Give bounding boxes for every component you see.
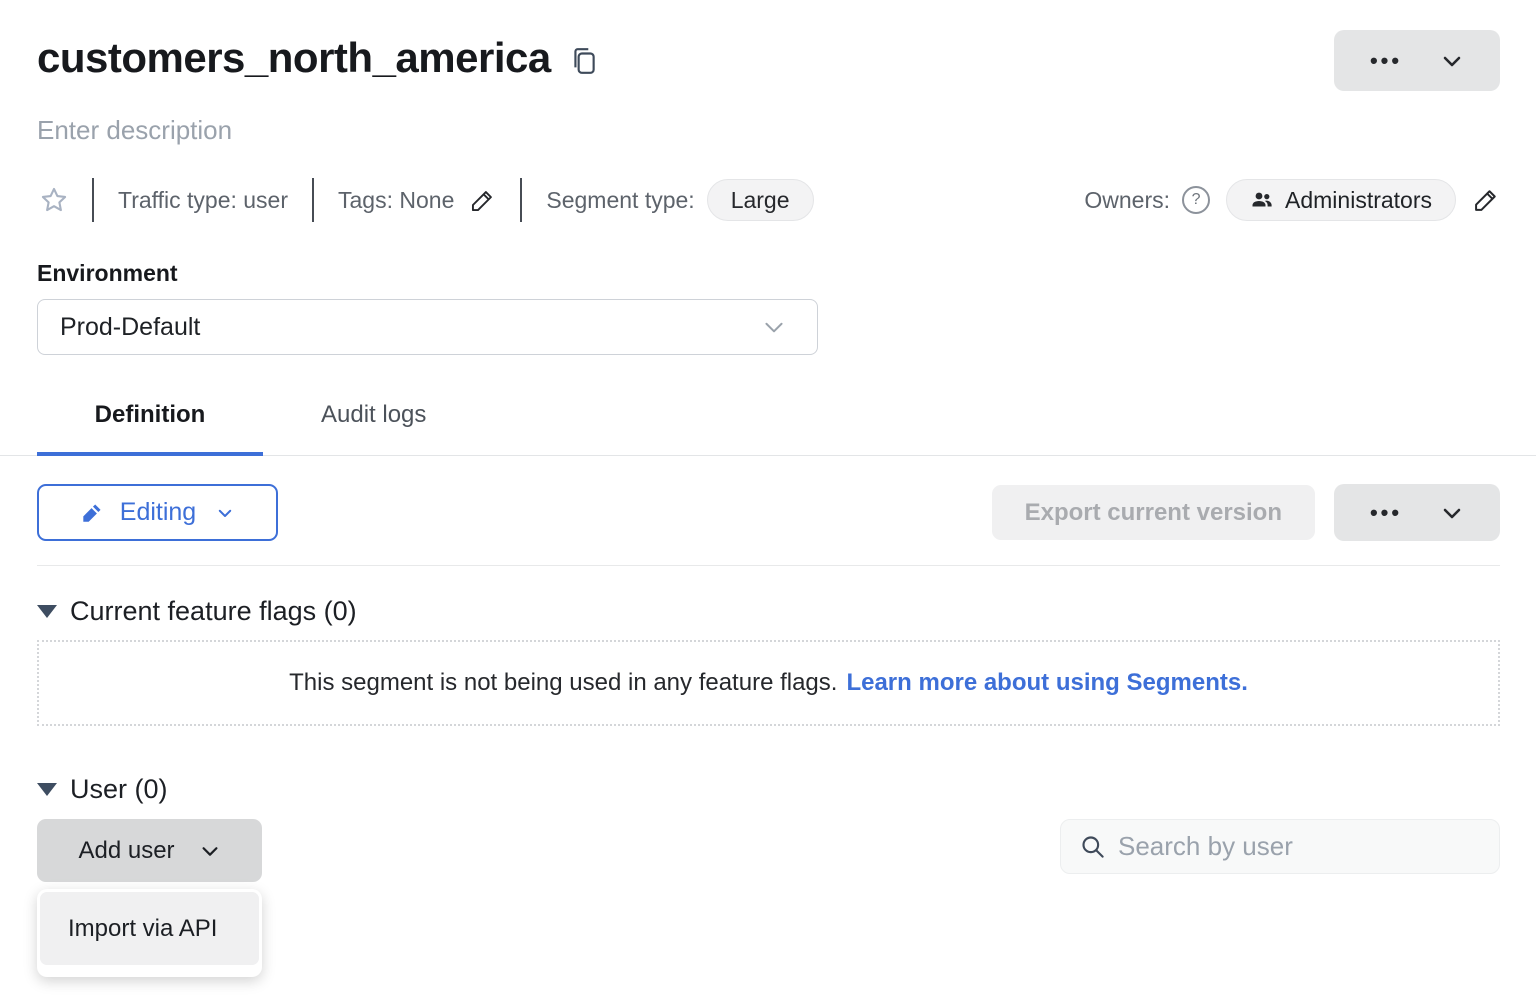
chevron-down-icon	[1440, 501, 1464, 525]
chevron-down-icon	[199, 840, 221, 862]
definition-more-menu-button[interactable]: •••	[1334, 484, 1500, 541]
chevron-down-icon	[216, 504, 234, 522]
segment-detail-page: customers_north_america ••• Enter descri…	[0, 30, 1536, 1002]
divider	[520, 178, 522, 222]
search-by-user-input[interactable]	[1118, 831, 1483, 862]
feature-flags-section-title: Current feature flags (0)	[70, 596, 357, 627]
tags-label: Tags: None	[338, 187, 454, 214]
ellipsis-icon: •••	[1370, 50, 1402, 72]
star-icon[interactable]	[40, 186, 68, 214]
description-field[interactable]: Enter description	[0, 115, 1536, 146]
user-section-title: User (0)	[70, 774, 168, 805]
add-user-wrap: Add user Import via API	[37, 819, 262, 882]
traffic-type-label: Traffic type: user	[118, 187, 288, 214]
segment-type-badge: Large	[707, 179, 814, 221]
user-tools-row: Add user Import via API	[37, 819, 1500, 882]
tab-audit-logs[interactable]: Audit logs	[321, 401, 426, 455]
actions-right: Export current version •••	[992, 484, 1500, 541]
actions-row: Editing Export current version •••	[0, 484, 1536, 541]
copy-icon[interactable]	[571, 46, 597, 76]
meta-right: Owners: Administrators	[1084, 179, 1500, 221]
menu-item-import-via-api[interactable]: Import via API	[40, 892, 259, 965]
tab-definition[interactable]: Definition	[37, 401, 263, 455]
add-user-label: Add user	[78, 837, 174, 865]
collapse-triangle-icon	[37, 605, 57, 618]
chevron-down-icon	[1440, 49, 1464, 73]
edit-tags-pencil-icon[interactable]	[469, 187, 496, 214]
tabs-bar: Definition Audit logs	[0, 401, 1536, 456]
page-title: customers_north_america	[37, 30, 551, 86]
people-icon	[1250, 188, 1274, 212]
editing-status-button[interactable]: Editing	[37, 484, 278, 541]
divider	[92, 178, 94, 222]
title-wrap: customers_north_america	[37, 30, 597, 86]
ellipsis-icon: •••	[1370, 502, 1402, 524]
learn-more-link[interactable]: Learn more about using Segments.	[846, 669, 1247, 697]
search-icon	[1079, 833, 1106, 860]
add-user-button[interactable]: Add user	[37, 819, 262, 882]
segment-type-label: Segment type:	[546, 187, 694, 214]
user-search-box	[1060, 819, 1500, 874]
chevron-down-icon	[761, 314, 787, 340]
owners-value: Administrators	[1285, 187, 1432, 214]
environment-label: Environment	[0, 260, 1536, 287]
feature-flags-empty-state: This segment is not being used in any fe…	[37, 640, 1500, 726]
collapse-triangle-icon	[37, 783, 57, 796]
environment-selected-value: Prod-Default	[60, 313, 200, 342]
environment-select[interactable]: Prod-Default	[37, 299, 818, 355]
header-more-menu-button[interactable]: •••	[1334, 30, 1500, 91]
meta-left: Traffic type: user Tags: None Segment ty…	[37, 178, 814, 222]
pencil-icon	[81, 501, 104, 524]
feature-flags-section-header[interactable]: Current feature flags (0)	[37, 596, 1500, 627]
divider	[312, 178, 314, 222]
export-current-version-button[interactable]: Export current version	[992, 485, 1315, 540]
add-user-dropdown-menu: Import via API	[37, 889, 262, 977]
owners-chip: Administrators	[1226, 179, 1456, 221]
page-header: customers_north_america •••	[0, 30, 1536, 91]
editing-label: Editing	[120, 498, 196, 527]
owners-label: Owners:	[1084, 187, 1170, 214]
edit-owners-pencil-icon[interactable]	[1472, 186, 1500, 214]
empty-state-text: This segment is not being used in any fe…	[289, 669, 837, 697]
user-section-header[interactable]: User (0)	[37, 774, 1500, 805]
meta-row: Traffic type: user Tags: None Segment ty…	[0, 178, 1536, 222]
help-question-icon[interactable]	[1182, 186, 1210, 214]
divider	[37, 565, 1500, 566]
